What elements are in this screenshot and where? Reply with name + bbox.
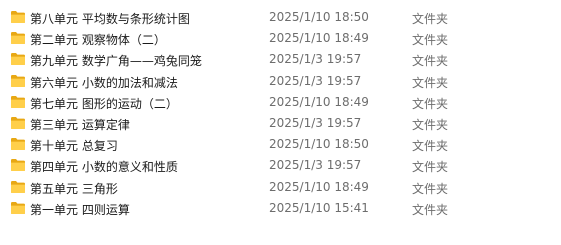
folder-name: 第三单元 运算定律 <box>30 117 130 132</box>
modified-date: 2025/1/10 18:49 <box>269 31 369 46</box>
folder-name: 第二单元 观察物体（二） <box>30 33 166 48</box>
file-type: 文件夹 <box>412 202 449 217</box>
file-type: 文件夹 <box>412 181 449 196</box>
folder-name: 第五单元 三角形 <box>30 181 118 196</box>
folder-row[interactable]: 第十单元 总复习 2025/1/10 18:50 文件夹 <box>0 134 561 155</box>
folder-icon <box>10 31 26 45</box>
folder-row[interactable]: 第八单元 平均数与条形统计图 2025/1/10 18:50 文件夹 <box>0 7 561 28</box>
file-type: 文件夹 <box>412 139 449 154</box>
folder-row[interactable]: 第九单元 数学广角——鸡兔同笼 2025/1/3 19:57 文件夹 <box>0 49 561 70</box>
folder-icon <box>10 52 26 66</box>
folder-name: 第六单元 小数的加法和减法 <box>30 75 178 90</box>
folder-icon <box>10 74 26 88</box>
folder-icon <box>10 10 26 24</box>
folder-icon <box>10 137 26 151</box>
file-type: 文件夹 <box>412 160 449 175</box>
modified-date: 2025/1/3 19:57 <box>269 115 362 130</box>
modified-date: 2025/1/3 19:57 <box>269 73 362 88</box>
folder-row[interactable]: 第五单元 三角形 2025/1/10 18:49 文件夹 <box>0 177 561 198</box>
modified-date: 2025/1/10 18:49 <box>269 179 369 194</box>
folder-icon <box>10 180 26 194</box>
file-type: 文件夹 <box>412 117 449 132</box>
folder-row[interactable]: 第一单元 四则运算 2025/1/10 15:41 文件夹 <box>0 198 561 219</box>
folder-icon <box>10 116 26 130</box>
folder-row[interactable]: 第二单元 观察物体（二） 2025/1/10 18:49 文件夹 <box>0 28 561 49</box>
folder-name: 第九单元 数学广角——鸡兔同笼 <box>30 54 202 69</box>
folder-row[interactable]: 第六单元 小数的加法和减法 2025/1/3 19:57 文件夹 <box>0 71 561 92</box>
folder-row[interactable]: 第七单元 图形的运动（二） 2025/1/10 18:49 文件夹 <box>0 92 561 113</box>
modified-date: 2025/1/10 18:49 <box>269 94 369 109</box>
modified-date: 2025/1/10 18:50 <box>269 137 369 152</box>
modified-date: 2025/1/10 18:50 <box>269 10 369 24</box>
folder-name: 第四单元 小数的意义和性质 <box>30 160 178 175</box>
folder-name: 第一单元 四则运算 <box>30 202 130 217</box>
file-list: 第八单元 平均数与条形统计图 2025/1/10 18:50 文件夹 第二单元 观察物… <box>0 7 561 219</box>
folder-name: 第十单元 总复习 <box>30 139 118 154</box>
file-type: 文件夹 <box>412 54 449 69</box>
file-type: 文件夹 <box>412 33 449 48</box>
modified-date: 2025/1/10 15:41 <box>269 200 369 215</box>
folder-icon <box>10 95 26 109</box>
folder-name: 第七单元 图形的运动（二） <box>30 96 178 111</box>
modified-date: 2025/1/3 19:57 <box>269 158 362 173</box>
folder-icon <box>10 158 26 172</box>
folder-row[interactable]: 第三单元 运算定律 2025/1/3 19:57 文件夹 <box>0 113 561 134</box>
folder-name: 第八单元 平均数与条形统计图 <box>30 12 190 26</box>
file-type: 文件夹 <box>412 12 449 26</box>
file-type: 文件夹 <box>412 96 449 111</box>
folder-icon <box>10 201 26 215</box>
folder-row[interactable]: 第四单元 小数的意义和性质 2025/1/3 19:57 文件夹 <box>0 155 561 176</box>
modified-date: 2025/1/3 19:57 <box>269 52 362 67</box>
file-type: 文件夹 <box>412 75 449 90</box>
